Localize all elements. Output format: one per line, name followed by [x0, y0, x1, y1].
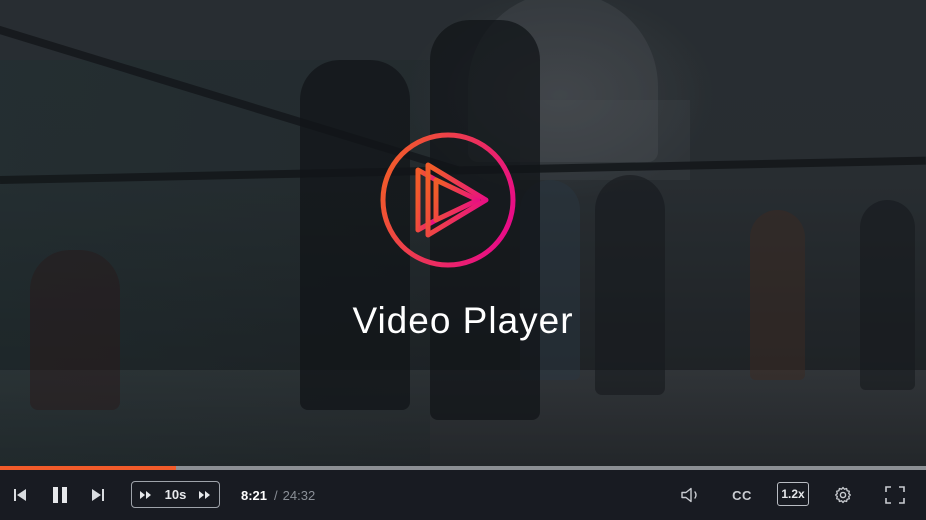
settings-button[interactable] [832, 470, 854, 520]
skip-amount-label: 10s [164, 487, 187, 502]
rewind-icon[interactable] [140, 490, 153, 500]
volume-button[interactable] [680, 470, 702, 520]
player-controls: 10s 8:21 / 24:32 CC 1.2x [0, 470, 926, 520]
duration: 24:32 [282, 487, 316, 503]
fullscreen-icon [885, 486, 905, 504]
pause-icon [53, 487, 67, 503]
playback-speed-button[interactable]: 1.2x [777, 482, 809, 506]
previous-button[interactable] [8, 470, 32, 520]
fullscreen-button[interactable] [884, 470, 906, 520]
time-display: 8:21 / 24:32 [241, 470, 315, 520]
pause-button[interactable] [48, 470, 72, 520]
time-separator: / [274, 487, 278, 503]
current-time: 8:21 [241, 487, 268, 503]
gear-icon [835, 486, 851, 504]
captions-button[interactable]: CC [730, 470, 754, 520]
fast-forward-icon[interactable] [198, 490, 211, 500]
video-stage[interactable]: Video Player [0, 0, 926, 466]
skip-next-icon [92, 489, 104, 501]
play-logo-icon[interactable] [378, 130, 518, 270]
video-title: Video Player [352, 300, 574, 341]
volume-icon [681, 487, 697, 503]
next-button[interactable] [86, 470, 110, 520]
skip-previous-icon [14, 489, 26, 501]
skip-10s-control[interactable]: 10s [131, 481, 220, 508]
